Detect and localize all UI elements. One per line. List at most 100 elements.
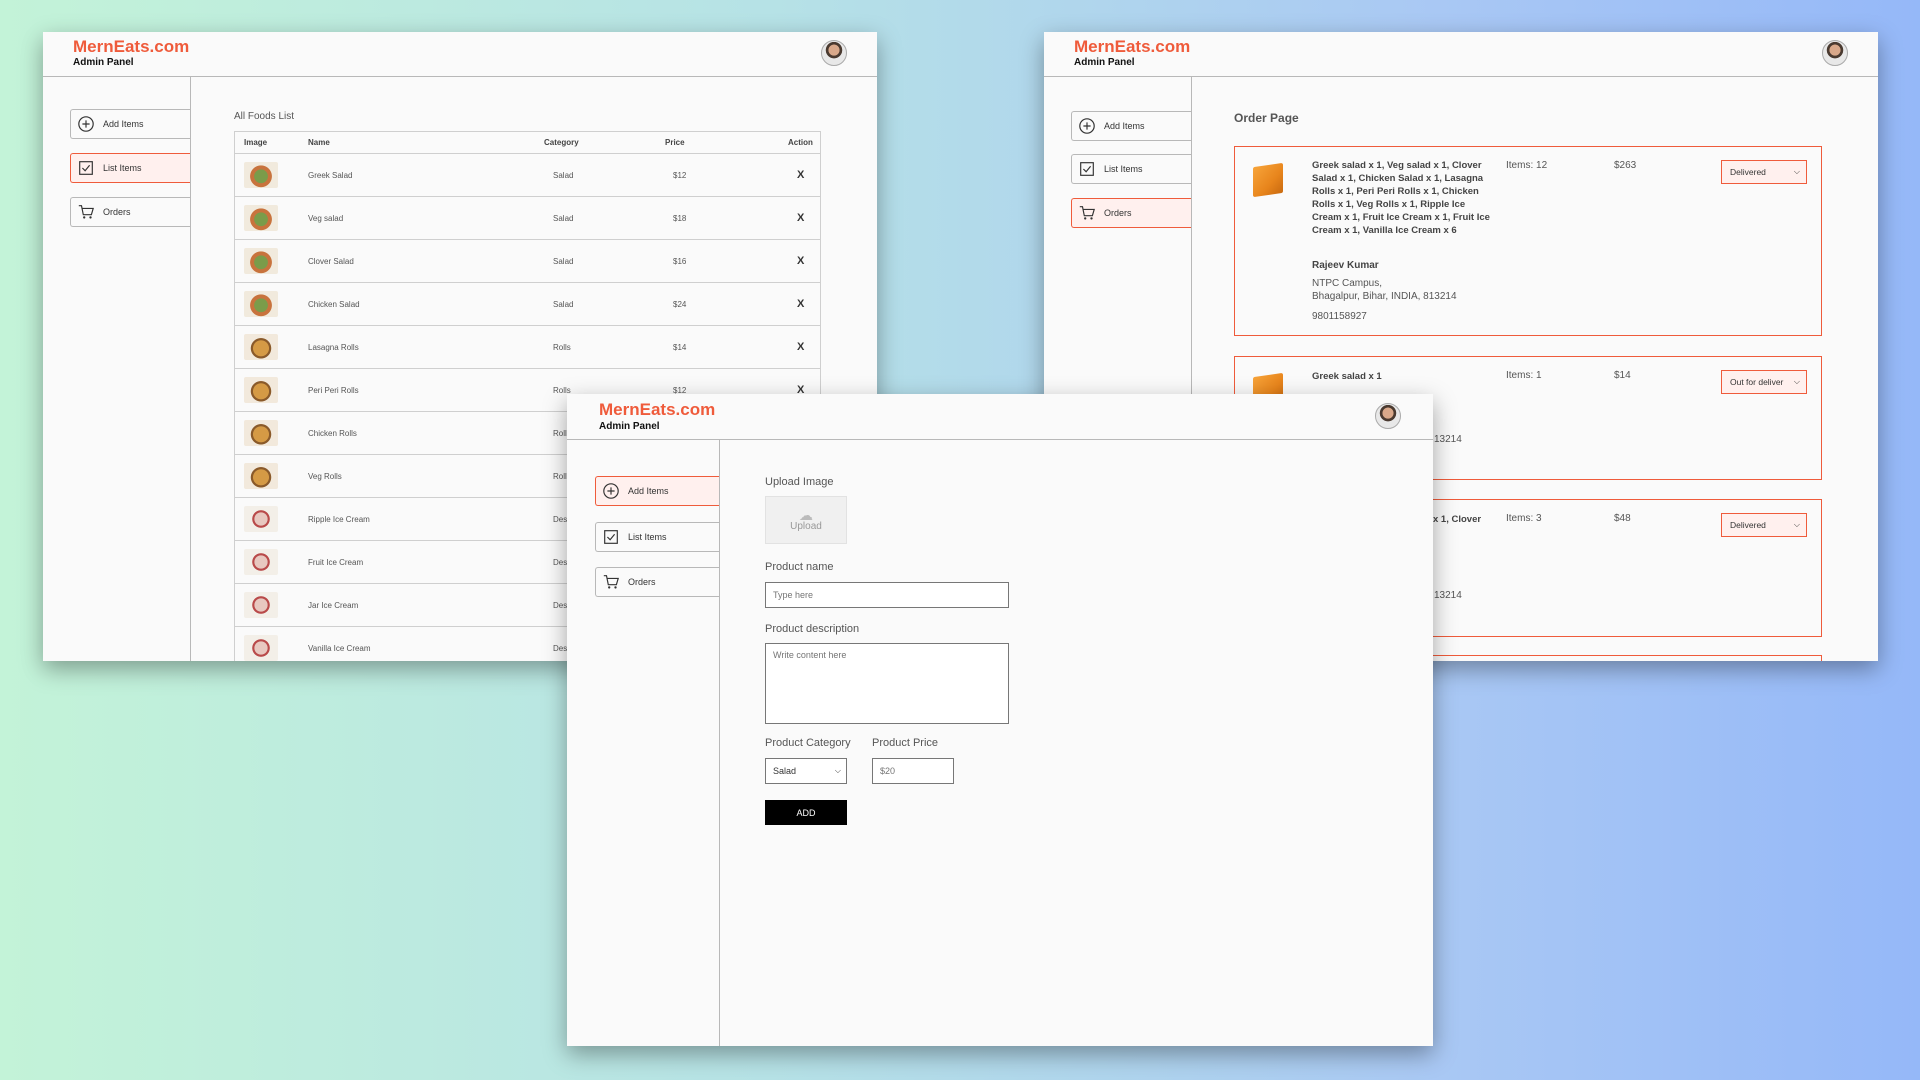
plus-circle-icon (602, 482, 620, 500)
food-name: Clover Salad (308, 256, 354, 266)
food-name: Vanilla Ice Cream (308, 643, 371, 653)
product-description-label: Product description (765, 623, 860, 635)
sidebar-item-add[interactable]: Add Items (70, 109, 190, 139)
remove-button[interactable]: X (797, 298, 804, 310)
sidebar-item-label: Orders (628, 577, 656, 587)
header: MernEats.com Admin Panel (567, 394, 1433, 440)
header-price: Price (665, 138, 685, 147)
remove-button[interactable]: X (797, 341, 804, 353)
checklist-icon (602, 528, 620, 546)
remove-button[interactable]: X (797, 255, 804, 267)
food-price: $18 (673, 213, 687, 223)
food-category: Salad (553, 170, 574, 180)
customer-name: Rajeev Kumar (1312, 260, 1379, 271)
plus-circle-icon (1078, 117, 1096, 135)
sidebar-item-label: List Items (1104, 164, 1143, 174)
item-count: Items: 3 (1506, 513, 1542, 524)
item-count: Items: 12 (1506, 160, 1548, 171)
chevron-down-icon: ⌵ (1793, 520, 1800, 529)
remove-button[interactable]: X (797, 169, 804, 181)
chevron-down-icon: ⌵ (834, 766, 841, 775)
product-description-input[interactable] (765, 643, 1009, 724)
header: MernEats.com Admin Panel (1044, 32, 1878, 77)
header-name: Name (308, 138, 330, 147)
food-name: Greek Salad (308, 170, 353, 180)
order-page-title: Order Page (1234, 111, 1299, 125)
upload-text: Upload (790, 520, 822, 532)
food-name: Chicken Rolls (308, 428, 357, 438)
sidebar-item-label: Add Items (1104, 121, 1145, 131)
upload-area[interactable]: ☁ Upload (765, 496, 847, 544)
chevron-down-icon: ⌵ (1793, 377, 1800, 386)
table-header: Image Name Category Price Action (234, 131, 821, 154)
sidebar-item-list[interactable]: List Items (595, 522, 719, 552)
food-name: Chicken Salad (308, 299, 360, 309)
item-count: Items: 1 (1506, 370, 1542, 381)
list-title: All Foods List (234, 111, 295, 122)
admin-panel-label: Admin Panel (599, 421, 660, 432)
food-image (244, 635, 278, 661)
sidebar-item-list[interactable]: List Items (1071, 154, 1191, 184)
checklist-icon (1078, 160, 1096, 178)
status-value: Out for deliver (1730, 377, 1784, 387)
food-price: $16 (673, 256, 687, 266)
sidebar-divider (190, 77, 191, 661)
food-image (244, 549, 278, 575)
cart-icon (77, 203, 95, 221)
food-category: Salad (553, 213, 574, 223)
table-row: Clover Salad Salad $16 X (234, 240, 821, 283)
sidebar-item-orders[interactable]: Orders (595, 567, 719, 597)
avatar[interactable] (1822, 40, 1848, 66)
upload-image-label: Upload Image (765, 476, 834, 488)
status-select[interactable]: Out for deliver ⌵ (1721, 370, 1807, 394)
product-name-input[interactable] (765, 582, 1009, 608)
checklist-icon (77, 159, 95, 177)
food-image (244, 592, 278, 618)
sidebar-divider (719, 440, 720, 1046)
product-category-select[interactable]: Salad ⌵ (765, 758, 847, 784)
status-select[interactable]: Delivered ⌵ (1721, 513, 1807, 537)
food-price: $12 (673, 170, 687, 180)
food-category: Salad (553, 299, 574, 309)
food-name: Veg Rolls (308, 471, 342, 481)
avatar[interactable] (1375, 403, 1401, 429)
sidebar-item-add[interactable]: Add Items (595, 476, 719, 506)
header: MernEats.com Admin Panel (43, 32, 877, 77)
remove-button[interactable]: X (797, 212, 804, 224)
food-image (244, 377, 278, 403)
avatar[interactable] (821, 40, 847, 66)
sidebar-item-list[interactable]: List Items (70, 153, 190, 183)
table-row: Veg salad Salad $18 X (234, 197, 821, 240)
sidebar-item-add[interactable]: Add Items (1071, 111, 1191, 141)
product-price-input[interactable] (872, 758, 954, 784)
food-name: Peri Peri Rolls (308, 385, 359, 395)
sidebar-item-orders[interactable]: Orders (1071, 198, 1191, 228)
sidebar-item-label: Add Items (628, 486, 669, 496)
address-line-1: NTPC Campus, (1312, 278, 1383, 289)
header-image: Image (244, 138, 268, 147)
plus-circle-icon (77, 115, 95, 133)
status-value: Delivered (1730, 520, 1766, 530)
table-row: Greek Salad Salad $12 X (234, 154, 821, 197)
food-name: Lasagna Rolls (308, 342, 359, 352)
food-image (244, 463, 278, 489)
food-image (244, 291, 278, 317)
add-button[interactable]: ADD (765, 800, 847, 825)
food-image (244, 205, 278, 231)
food-name: Fruit Ice Cream (308, 557, 364, 567)
logo: MernEats.com (599, 400, 716, 419)
cart-icon (602, 573, 620, 591)
order-items: Greek salad x 1 (1312, 371, 1382, 382)
address-line-2: Bhagalpur, Bihar, INDIA, 813214 (1312, 291, 1457, 302)
status-select[interactable]: Delivered ⌵ (1721, 160, 1807, 184)
sidebar-item-orders[interactable]: Orders (70, 197, 190, 227)
table-row: Lasagna Rolls Rolls $14 X (234, 326, 821, 369)
food-category: Salad (553, 256, 574, 266)
food-name: Ripple Ice Cream (308, 514, 370, 524)
cart-icon (1078, 204, 1096, 222)
phone: 9801158927 (1312, 311, 1367, 322)
chevron-down-icon: ⌵ (1793, 167, 1800, 176)
order-amount: $263 (1614, 160, 1637, 171)
header-action: Action (788, 138, 813, 147)
product-name-label: Product name (765, 561, 834, 573)
